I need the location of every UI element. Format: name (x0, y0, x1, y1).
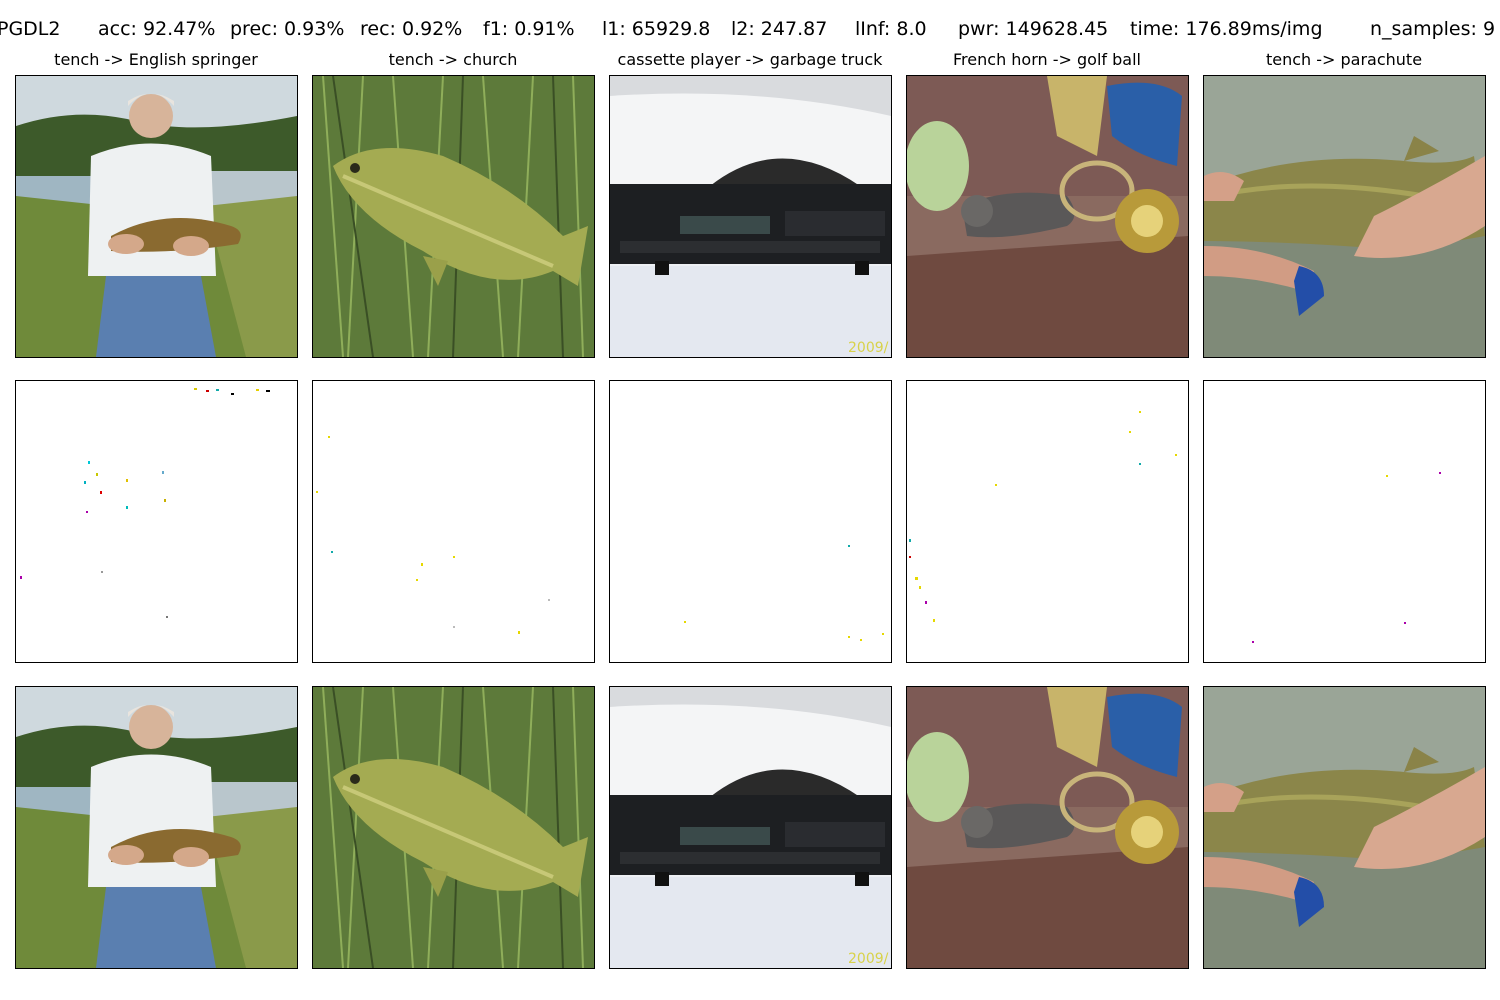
l2-stat: l2: 247.87 (731, 18, 828, 40)
perturbation-map (906, 380, 1189, 663)
l1-stat: l1: 65929.8 (602, 18, 711, 40)
adversarial-image-fish-grass (312, 686, 595, 969)
adversarial-image-man-fish (15, 686, 298, 969)
column-title: tench -> church (388, 50, 518, 69)
watermark-text: 2009/ (848, 340, 889, 356)
man-holding-fish-illustration (16, 76, 297, 357)
sparse-noise-dots (1204, 381, 1485, 662)
cat-sofa-horn-illustration (907, 687, 1188, 968)
adversarial-image-cat-horn (906, 686, 1189, 969)
perturbation-map (1203, 380, 1486, 663)
column-titles: tench -> English springer tench -> churc… (0, 50, 1500, 72)
hands-holding-fish-illustration (1204, 687, 1485, 968)
car-radio-illustration: 2009/ (610, 687, 891, 968)
sparse-noise-dots (16, 381, 297, 662)
watermark-text: 2009/ (848, 951, 889, 967)
original-image-car-radio: 2009/ (609, 75, 892, 358)
fish-in-grass-illustration (313, 76, 594, 357)
original-image-man-fish (15, 75, 298, 358)
accuracy-stat: acc: 92.47% (98, 18, 216, 40)
precision-stat: prec: 0.93% (230, 18, 345, 40)
n-samples-stat: n_samples: 9 (1370, 18, 1496, 40)
man-holding-fish-illustration (16, 687, 297, 968)
f1-stat: f1: 0.91% (483, 18, 575, 40)
column-title: tench -> English springer (54, 50, 258, 69)
cat-sofa-horn-illustration (907, 76, 1188, 357)
perturbation-map (312, 380, 595, 663)
perturbation-map (609, 380, 892, 663)
column-title: tench -> parachute (1265, 50, 1423, 69)
sparse-noise-dots (313, 381, 594, 662)
original-image-fish-grass (312, 75, 595, 358)
linf-stat: lInf: 8.0 (855, 18, 927, 40)
perturbation-map (15, 380, 298, 663)
sparse-noise-dots (610, 381, 891, 662)
power-stat: pwr: 149628.45 (958, 18, 1109, 40)
adversarial-image-car-radio: 2009/ (609, 686, 892, 969)
car-radio-illustration: 2009/ (610, 76, 891, 357)
adversarial-image-hand-fish (1203, 686, 1486, 969)
hands-holding-fish-illustration (1204, 76, 1485, 357)
sparse-noise-dots (907, 381, 1188, 662)
column-title: cassette player -> garbage truck (617, 50, 883, 69)
fish-in-grass-illustration (313, 687, 594, 968)
attack-method-label: PGDL2 (0, 18, 61, 40)
recall-stat: rec: 0.92% (360, 18, 463, 40)
metrics-header: PGDL2 acc: 92.47% prec: 0.93% rec: 0.92%… (0, 16, 1500, 42)
time-stat: time: 176.89ms/img (1130, 18, 1323, 40)
original-image-hand-fish (1203, 75, 1486, 358)
column-title: French horn -> golf ball (953, 50, 1141, 69)
original-image-cat-horn (906, 75, 1189, 358)
